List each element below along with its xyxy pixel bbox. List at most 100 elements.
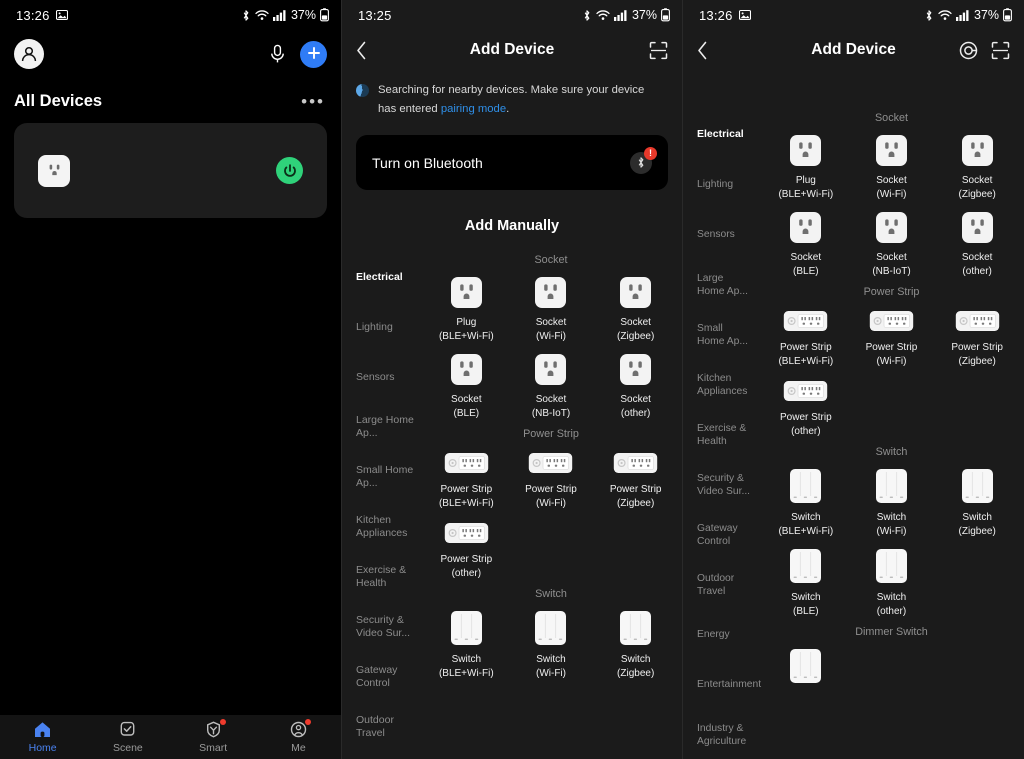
device-card[interactable] — [14, 123, 327, 218]
tab-me[interactable]: Me — [256, 718, 341, 754]
device-tile-label: Socket (NB-IoT) — [531, 394, 571, 419]
tab-home[interactable]: Home — [0, 721, 85, 754]
device-tile[interactable]: Socket (NB-IoT) — [849, 211, 935, 278]
category-item-industry-agriculture[interactable]: Industry & Agriculture — [683, 710, 761, 759]
screenshot-root: 13:26 37% All Devices ••• Home Scene Sma… — [0, 0, 1024, 759]
device-tile[interactable]: Socket (BLE) — [763, 211, 849, 278]
device-tile[interactable]: Switch (Zigbee) — [593, 610, 678, 680]
bottom-tab-bar: Home Scene Smart Me — [0, 715, 341, 759]
socket-art-icon — [450, 353, 483, 386]
device-tile[interactable]: Power Strip (other) — [763, 378, 849, 438]
category-item-outdoor-travel[interactable]: Outdoor Travel — [683, 560, 761, 610]
group-power-strip: Power Strip (BLE+Wi-Fi) Power Strip (Wi-Fi… — [424, 450, 678, 580]
category-item-kitchen-appliances[interactable]: Kitchen Appliances — [683, 360, 761, 410]
device-tile[interactable]: Switch (BLE) — [763, 548, 849, 618]
power-strip-art-icon — [869, 308, 914, 334]
device-tile[interactable]: Socket (NB-IoT) — [509, 353, 594, 420]
category-item-security-video[interactable]: Security & Video Sur... — [683, 460, 761, 510]
back-chevron-icon[interactable] — [356, 41, 378, 60]
power-strip-art-icon — [783, 378, 828, 404]
device-tile[interactable]: Power Strip (BLE+Wi-Fi) — [763, 308, 849, 368]
category-item-small-home-appliances[interactable]: Small Home Ap... — [342, 452, 422, 502]
category-item-exercise-health[interactable]: Exercise & Health — [683, 410, 761, 460]
category-item-exercise-health[interactable]: Exercise & Health — [342, 552, 422, 602]
device-tile[interactable]: Socket (BLE) — [424, 353, 509, 420]
device-tile[interactable]: Socket (Zigbee) — [593, 276, 678, 343]
avatar[interactable] — [14, 39, 44, 69]
category-item-large-home-appliances[interactable]: Large Home Ap... — [342, 402, 422, 452]
device-tile[interactable]: Plug (BLE+Wi-Fi) — [424, 276, 509, 343]
device-tile[interactable]: Switch (BLE+Wi-Fi) — [763, 468, 849, 538]
device-tile-label: Power Strip (other) — [779, 412, 832, 437]
category-item-electrical[interactable]: Electrical — [342, 252, 422, 302]
bluetooth-icon — [582, 9, 592, 22]
device-tile-label: Switch (Wi-Fi) — [876, 512, 907, 537]
group-switch: Switch (BLE+Wi-Fi) Switch (Wi-Fi) Switch (Z… — [424, 610, 678, 680]
searching-text: Searching for nearby devices. Make sure … — [378, 81, 663, 118]
device-tile[interactable]: Socket (other) — [593, 353, 678, 420]
category-item-electrical[interactable]: Electrical — [683, 110, 761, 160]
category-item-small-home-appliances[interactable]: Small Home Ap... — [683, 310, 761, 360]
device-tile[interactable]: Power Strip (other) — [424, 520, 509, 580]
bluetooth-banner[interactable]: Turn on Bluetooth ! — [356, 135, 668, 191]
device-tile[interactable]: Power Strip (BLE+Wi-Fi) — [424, 450, 509, 510]
category-item-outdoor-travel[interactable]: Outdoor Travel — [342, 702, 422, 752]
socket-art-icon — [961, 134, 994, 167]
tab-smart[interactable]: Smart — [171, 718, 256, 754]
plus-icon — [307, 47, 320, 59]
device-tile[interactable]: Power Strip (Zigbee) — [593, 450, 678, 510]
device-tile[interactable]: Switch (other) — [849, 548, 935, 618]
microphone-icon[interactable] — [269, 44, 286, 64]
back-chevron-icon[interactable] — [697, 41, 719, 60]
category-item-gateway-control[interactable]: Gateway Control — [683, 510, 761, 560]
device-tile[interactable]: Switch (Wi-Fi) — [509, 610, 594, 680]
app-bar: Add Device — [342, 30, 682, 70]
add-device-button[interactable] — [300, 40, 327, 68]
category-item-lighting[interactable]: Lighting — [683, 160, 761, 210]
pairing-mode-link[interactable]: pairing mode — [441, 103, 506, 115]
device-tile[interactable]: Socket (Wi-Fi) — [849, 134, 935, 201]
image-icon — [55, 9, 68, 21]
device-tile[interactable]: Plug (BLE+Wi-Fi) — [763, 134, 849, 201]
notification-badge — [219, 718, 226, 725]
category-item-gateway-control[interactable]: Gateway Control — [342, 652, 422, 702]
scan-frame-icon[interactable] — [991, 41, 1010, 60]
device-tile-label: Power Strip (Wi-Fi) — [865, 342, 918, 367]
category-item-security-video[interactable]: Security & Video Sur... — [342, 602, 422, 652]
device-tile-label: Power Strip (Wi-Fi) — [525, 484, 577, 509]
category-item-large-home-appliances[interactable]: Large Home Ap... — [683, 260, 761, 310]
target-locate-icon[interactable] — [959, 41, 978, 60]
group-heading: Socket — [534, 254, 568, 267]
device-tile-label: Switch (Zigbee) — [958, 512, 996, 537]
status-time: 13:26 — [16, 7, 50, 23]
category-item-sensors[interactable]: Sensors — [683, 210, 761, 260]
device-tile[interactable]: Switch (Zigbee) — [934, 468, 1020, 538]
device-tile[interactable] — [763, 648, 849, 684]
device-power-toggle[interactable] — [276, 157, 303, 184]
category-item-lighting[interactable]: Lighting — [342, 302, 422, 352]
socket-art-icon — [619, 276, 652, 309]
category-item-energy[interactable]: Energy — [683, 610, 761, 660]
category-item-entertainment[interactable]: Entertainment — [683, 660, 761, 710]
device-tile[interactable]: Switch (Wi-Fi) — [849, 468, 935, 538]
add-manually-heading: Add Manually — [464, 218, 560, 235]
device-tile[interactable]: Power Strip (Wi-Fi) — [849, 308, 935, 368]
scan-frame-icon[interactable] — [649, 41, 668, 60]
device-tile[interactable]: Power Strip (Zigbee) — [934, 308, 1020, 368]
device-tile-label: Socket (Wi-Fi) — [876, 175, 907, 200]
device-tile[interactable]: Socket (Zigbee) — [934, 134, 1020, 201]
device-tile-label: Switch (BLE+Wi-Fi) — [778, 512, 834, 537]
panel-add-device-search: 13:25 37% Add Device Searching for nearb… — [341, 0, 682, 759]
device-tile[interactable]: Socket (Wi-Fi) — [509, 276, 594, 343]
more-options-button[interactable]: ••• — [301, 93, 325, 110]
group-heading: Socket — [874, 112, 908, 124]
category-item-kitchen-appliances[interactable]: Kitchen Appliances — [342, 502, 422, 552]
device-tile[interactable]: Socket (other) — [934, 211, 1020, 278]
device-tile[interactable]: Power Strip (Wi-Fi) — [509, 450, 594, 510]
category-item-sensors[interactable]: Sensors — [342, 352, 422, 402]
tab-scene[interactable]: Scene — [85, 721, 170, 754]
battery-percent: 37% — [973, 8, 999, 22]
group-heading: Switch — [535, 588, 567, 601]
device-tile[interactable]: Switch (BLE+Wi-Fi) — [424, 610, 509, 680]
loading-spinner-icon — [356, 84, 369, 97]
